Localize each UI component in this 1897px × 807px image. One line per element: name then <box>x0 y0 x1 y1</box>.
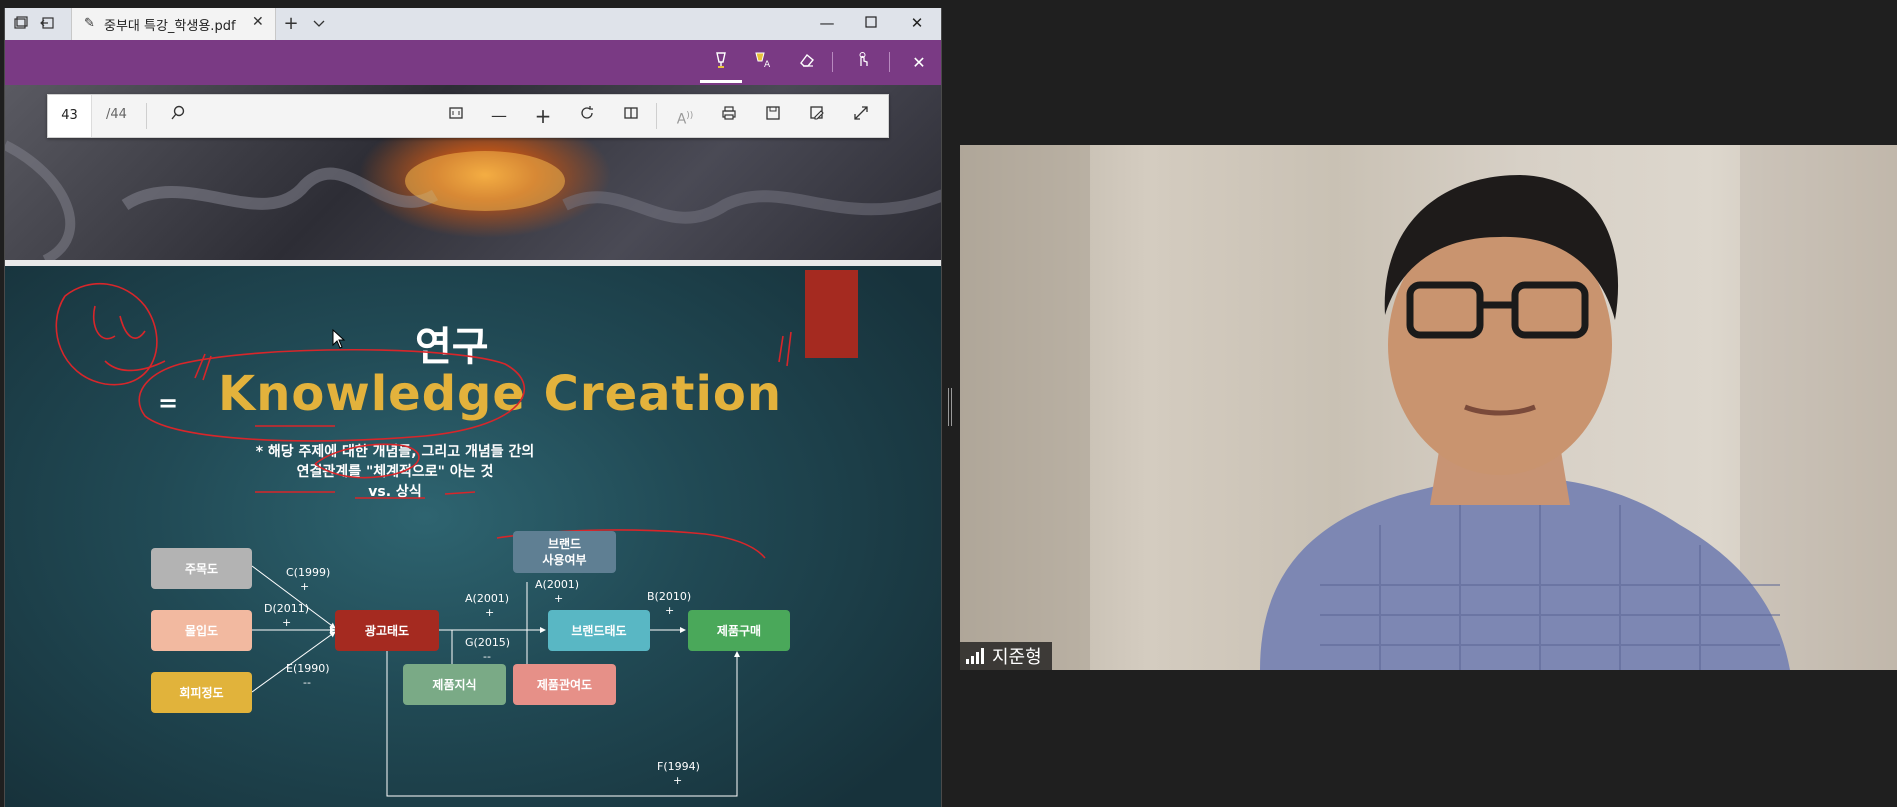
zoom-out-icon[interactable]: — <box>488 105 510 127</box>
ink-annotations <box>55 282 792 559</box>
back-icon[interactable] <box>39 16 55 32</box>
tab-pdf[interactable]: ✎ 중부대 특강_학생용.pdf ✕ <box>71 8 276 40</box>
edge-label-f: F(1994) <box>657 760 700 773</box>
maximize-icon[interactable] <box>861 14 881 32</box>
save-icon[interactable] <box>762 105 784 127</box>
node-attention: 주목도 <box>151 548 252 589</box>
node-purchase: 제품구매 <box>688 610 790 651</box>
mouse-cursor-icon <box>332 329 346 349</box>
pen-icon: ✎ <box>84 16 95 31</box>
page-number-input[interactable]: 43 <box>48 95 92 137</box>
active-tool-indicator <box>700 80 742 83</box>
pdf-page-area[interactable]: 연구 = Knowledge Creation * 해당 주제에 대한 개념들,… <box>5 85 941 807</box>
edge-sign: -- <box>303 676 311 689</box>
participant-name-tag: 지준형 <box>960 642 1052 670</box>
edge-label-c: C(1999) <box>286 566 331 579</box>
node-product-knowledge: 제품지식 <box>403 664 506 705</box>
node-product-involvement: 제품관여도 <box>513 664 616 705</box>
minimize-icon[interactable]: — <box>817 14 837 32</box>
page-view-icon[interactable] <box>620 105 642 127</box>
edge-sign: + <box>485 606 495 619</box>
search-icon[interactable] <box>167 105 189 127</box>
save-as-icon[interactable] <box>806 105 828 127</box>
edge-sign: + <box>282 616 292 629</box>
signal-strength-icon <box>966 648 984 664</box>
svg-text:A: A <box>764 60 771 69</box>
plus-icon[interactable]: + <box>283 15 299 33</box>
rotate-icon[interactable] <box>576 105 598 127</box>
tab-actions-icon[interactable] <box>13 16 29 32</box>
participant-video-image <box>960 145 1897 670</box>
edge-sign: + <box>665 604 675 617</box>
edge-label-a1: A(2001) <box>465 592 510 605</box>
close-ink-icon[interactable]: ✕ <box>907 51 931 75</box>
edge-sign: + <box>554 592 564 605</box>
close-icon[interactable]: ✕ <box>252 14 264 30</box>
zoom-in-icon[interactable]: + <box>532 105 554 127</box>
eraser-icon[interactable] <box>795 51 819 75</box>
tab-title: 중부대 특강_학생용.pdf <box>104 19 236 34</box>
edge-label-d: D(2011) <box>264 602 310 615</box>
pdf-toolbar: 43 /44 — + A)) <box>47 94 889 138</box>
ink-separator <box>832 52 833 72</box>
edge-sign: -- <box>483 650 491 663</box>
touch-write-icon[interactable] <box>851 51 875 75</box>
chevron-down-icon[interactable] <box>311 16 327 32</box>
window-close-icon[interactable]: ✕ <box>907 14 927 32</box>
edge-label-e: E(1990) <box>286 662 330 675</box>
edge-sign: + <box>673 774 683 787</box>
toolbar-separator <box>146 103 147 129</box>
ink-separator <box>889 52 890 72</box>
fullscreen-icon[interactable] <box>850 105 872 127</box>
page-total: /44 <box>106 107 127 122</box>
ink-toolbar: A ✕ <box>5 40 941 85</box>
node-ad-attitude: 광고태도 <box>335 610 439 651</box>
title-bar: ✎ 중부대 특강_학생용.pdf ✕ + — ✕ <box>5 8 941 40</box>
edge-label-a2: A(2001) <box>535 578 580 591</box>
highlight-icon[interactable]: A <box>751 51 775 75</box>
slide-43: 연구 = Knowledge Creation * 해당 주제에 대한 개념들,… <box>5 266 941 807</box>
node-immersion: 몰입도 <box>151 610 252 651</box>
brand-usage-line-2: 사용여부 <box>542 553 587 567</box>
brand-usage-line-1: 브랜드 <box>547 537 582 551</box>
participant-name: 지준형 <box>992 647 1042 668</box>
print-icon[interactable] <box>718 105 740 127</box>
toolbar-separator <box>656 103 657 129</box>
participant-video[interactable] <box>960 145 1897 670</box>
fit-page-icon[interactable] <box>445 105 467 127</box>
edge-label-b: B(2010) <box>647 590 692 603</box>
draw-icon[interactable] <box>709 51 733 75</box>
edge-sign: + <box>300 580 310 593</box>
node-brand-attitude: 브랜드태도 <box>548 610 650 651</box>
node-avoidance: 회피정도 <box>151 672 252 713</box>
edge-label-g: G(2015) <box>465 636 511 649</box>
panel-splitter-handle[interactable] <box>948 388 952 426</box>
node-brand-usage: 브랜드 사용여부 <box>513 531 616 573</box>
diagram-connectors <box>55 282 792 797</box>
read-aloud-icon[interactable]: A)) <box>674 105 696 128</box>
